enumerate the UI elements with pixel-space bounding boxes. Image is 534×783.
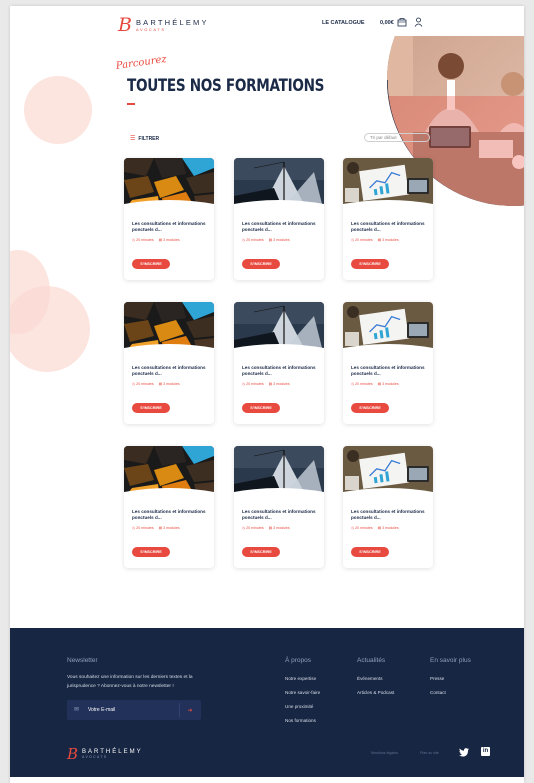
footer-heading-savoir-plus: En savoir plus <box>430 657 471 664</box>
footer-logo[interactable]: B BARTHÉLEMY AVOCATS <box>67 747 143 762</box>
legal-link[interactable]: Mentions légales <box>371 751 398 755</box>
sitemap-link[interactable]: Plan du site <box>420 751 439 755</box>
mail-icon: ✉ <box>74 707 80 713</box>
newsletter-text: Vous souhaitez une information sur les d… <box>67 675 193 689</box>
linkedin-icon[interactable]: in <box>481 747 490 756</box>
footer-content: Newsletter Vous souhaitez une informatio… <box>10 0 524 783</box>
arrow-right-icon[interactable]: ➔ <box>184 705 196 715</box>
footer-heading-actualites: Actualités <box>357 657 386 664</box>
newsletter-email-input[interactable] <box>88 705 170 715</box>
footer-link-formations[interactable]: Nos formations <box>285 718 316 723</box>
divider <box>179 703 180 717</box>
newsletter-form: ✉ ➔ <box>67 700 201 720</box>
footer-link-proximite[interactable]: Une proximité <box>285 704 313 709</box>
footer-link-savoir-faire[interactable]: Notre savoir-faire <box>285 690 320 695</box>
footer-link-presse[interactable]: Presse <box>430 676 444 681</box>
footer-heading-apropos: À propos <box>285 657 312 664</box>
logo-b-icon: B <box>67 745 79 763</box>
footer-link-expertise[interactable]: Notre expertise <box>285 676 316 681</box>
footer-logo-text: BARTHÉLEMY AVOCATS <box>82 749 143 759</box>
footer-link-evenements[interactable]: Événements <box>357 676 383 681</box>
newsletter-heading: Newsletter <box>67 657 98 664</box>
footer-logo-subtitle: AVOCATS <box>82 755 108 760</box>
footer-link-articles[interactable]: Articles & Podcast <box>357 690 394 695</box>
twitter-icon[interactable] <box>459 748 469 757</box>
footer-link-contact[interactable]: Contact <box>430 690 446 695</box>
